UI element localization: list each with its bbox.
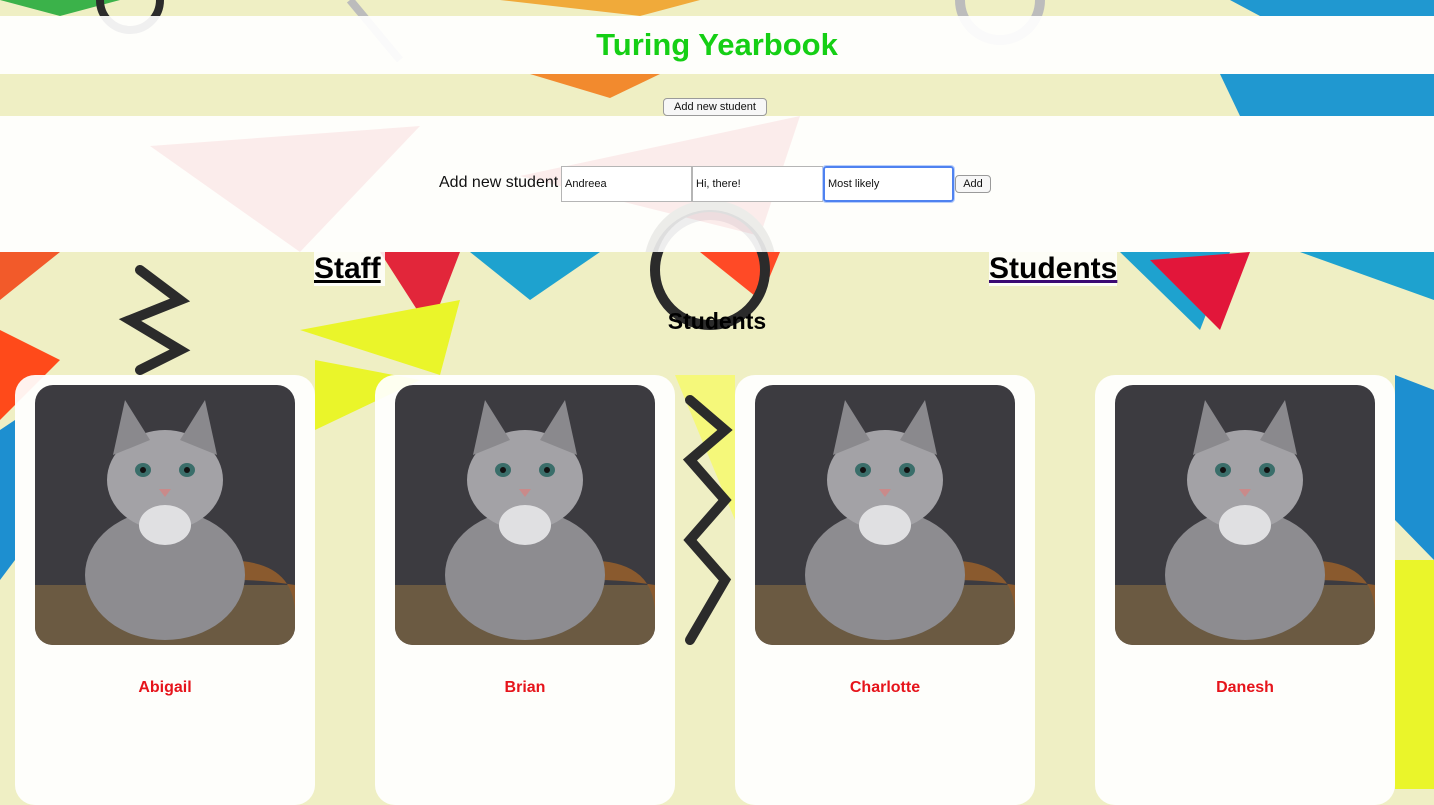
student-card: Danesh [1095,375,1395,805]
superlative-input[interactable] [822,165,955,203]
page-title: Turing Yearbook [596,27,838,62]
add-new-student-toggle-button[interactable]: Add new student [663,98,767,116]
student-photo [755,385,1015,645]
student-name: Charlotte [849,679,921,696]
name-input[interactable] [561,166,692,202]
nav-link-students[interactable]: Students [989,252,1118,286]
section-title: Students [667,308,767,334]
student-name: Abigail [138,679,192,696]
student-card: Abigail [15,375,315,805]
student-name: Danesh [1216,679,1274,696]
student-name: Brian [504,679,546,696]
form-label: Add new student [439,174,559,191]
student-card: Brian [375,375,675,805]
student-photo [1115,385,1375,645]
nav-link-staff[interactable]: Staff [314,252,385,286]
student-photo [395,385,655,645]
quote-input[interactable] [692,166,823,202]
student-card: Charlotte [735,375,1035,805]
student-photo [35,385,295,645]
page-header: Turing Yearbook [0,16,1434,74]
add-button[interactable]: Add [955,175,991,193]
